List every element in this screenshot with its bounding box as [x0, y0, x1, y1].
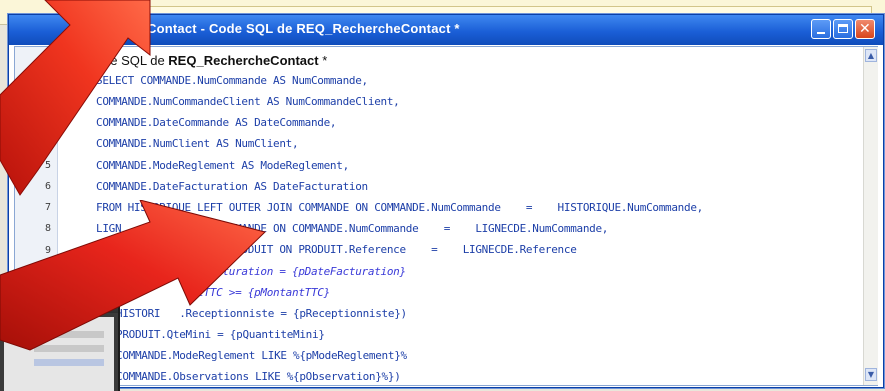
scroll-down-icon[interactable]: ▼ — [865, 368, 877, 381]
close-icon: ✕ — [859, 21, 871, 37]
query-name: REQ_RechercheContact — [168, 53, 319, 68]
minimize-button[interactable] — [811, 19, 831, 39]
maximize-button[interactable] — [833, 19, 853, 39]
editor-title-suffix: * — [318, 53, 328, 68]
scroll-up-icon[interactable]: ▲ — [865, 49, 877, 62]
red-arrow-lower — [0, 200, 266, 351]
red-arrow-upper — [0, 0, 151, 196]
window-title: Contact - Code SQL de REQ_RechercheConta… — [147, 21, 460, 36]
code-line[interactable]: COMMANDE.Observations LIKE %{pObservatio… — [116, 370, 401, 383]
maximize-icon — [838, 24, 848, 33]
close-button[interactable]: ✕ — [855, 19, 875, 39]
vertical-scrollbar[interactable]: ▲ ▼ — [863, 47, 878, 385]
minimize-icon — [817, 32, 825, 34]
